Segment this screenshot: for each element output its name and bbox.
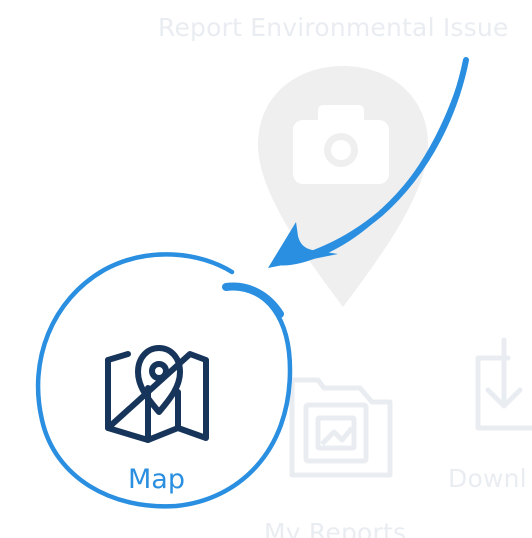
downloads-button[interactable] — [460, 330, 532, 450]
my-reports-label[interactable]: My Reports — [264, 520, 406, 538]
home-screen: Report Environmental Issue Map Downl My … — [0, 0, 532, 538]
downloads-label[interactable]: Downl — [448, 466, 527, 491]
my-reports-button[interactable] — [280, 360, 405, 485]
report-issue-title[interactable]: Report Environmental Issue — [158, 15, 509, 40]
report-issue-button[interactable] — [255, 60, 435, 310]
map-button[interactable] — [70, 320, 250, 500]
